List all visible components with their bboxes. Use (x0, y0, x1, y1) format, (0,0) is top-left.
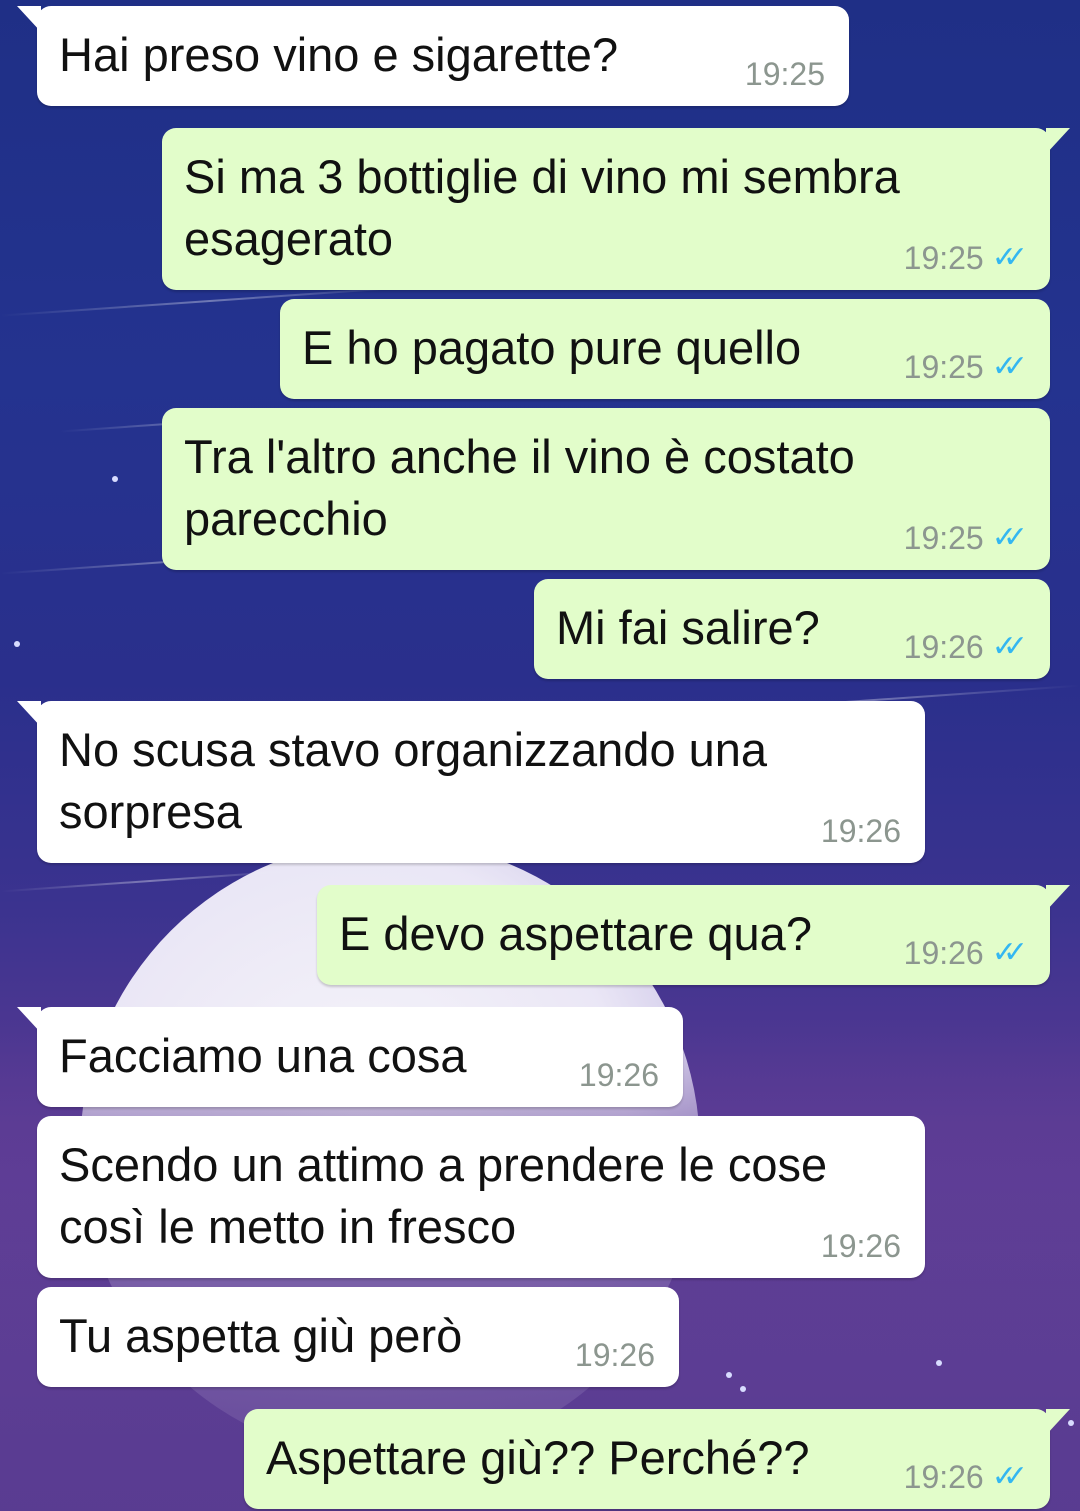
double-check-icon: ✓✓ (991, 936, 1028, 969)
message-time: 19:26 (903, 935, 984, 971)
message-meta: 19:26 (821, 1228, 901, 1264)
message-meta: 19:25 ✓✓ (903, 240, 1028, 276)
message-meta: 19:26 (575, 1337, 655, 1373)
double-check-icon: ✓✓ (991, 350, 1028, 383)
message-meta: 19:26 ✓✓ (903, 629, 1028, 665)
message-text: Si ma 3 bottiglie di vino mi sembra esag… (184, 150, 900, 265)
message-bubble-incoming[interactable]: Facciamo una cosa 19:26 (17, 1007, 683, 1107)
message-time: 19:26 (578, 1057, 659, 1093)
message-meta: 19:25 ✓✓ (903, 349, 1028, 385)
message-bubble-outgoing[interactable]: Tra l'altro anche il vino è costato pare… (162, 408, 1050, 570)
double-check-icon: ✓✓ (991, 1460, 1028, 1493)
message-time: 19:26 (903, 1459, 984, 1495)
message-text: Hai preso vino e sigarette? (59, 28, 619, 81)
message-time: 19:26 (903, 629, 984, 665)
message-text: Tu aspetta giù però (59, 1309, 463, 1362)
message-time: 19:26 (820, 1228, 901, 1264)
message-bubble-incoming[interactable]: Tu aspetta giù però 19:26 (37, 1287, 679, 1387)
message-bubble-incoming[interactable]: Scendo un attimo a prendere le cose così… (37, 1116, 925, 1278)
message-bubble-outgoing[interactable]: E ho pagato pure quello 19:25 ✓✓ (280, 299, 1050, 399)
message-time: 19:26 (574, 1337, 655, 1373)
message-meta: 19:25 ✓✓ (903, 520, 1028, 556)
message-bubble-outgoing[interactable]: E devo aspettare qua? 19:26 ✓✓ (317, 885, 1070, 985)
message-list[interactable]: Hai preso vino e sigarette? 19:25 Si ma … (0, 0, 1080, 1511)
message-time: 19:25 (903, 349, 984, 385)
message-meta: 19:26 (821, 813, 901, 849)
message-text: No scusa stavo organizzando una sorpresa (59, 723, 768, 838)
message-time: 19:25 (903, 240, 984, 276)
double-check-icon: ✓✓ (991, 521, 1028, 554)
message-text: Facciamo una cosa (59, 1029, 467, 1082)
message-meta: 19:25 (745, 56, 825, 92)
message-text: Tra l'altro anche il vino è costato pare… (184, 430, 855, 545)
message-bubble-incoming[interactable]: No scusa stavo organizzando una sorpresa… (17, 701, 925, 863)
message-meta: 19:26 ✓✓ (903, 1459, 1028, 1495)
message-bubble-incoming[interactable]: Hai preso vino e sigarette? 19:25 (17, 6, 849, 106)
message-text: Scendo un attimo a prendere le cose così… (59, 1138, 828, 1253)
double-check-icon: ✓✓ (991, 630, 1028, 663)
message-meta: 19:26 (579, 1057, 659, 1093)
double-check-icon: ✓✓ (991, 241, 1028, 274)
message-bubble-outgoing[interactable]: Aspettare giù?? Perché?? 19:26 ✓✓ (244, 1409, 1070, 1509)
message-bubble-outgoing[interactable]: Si ma 3 bottiglie di vino mi sembra esag… (162, 128, 1070, 290)
message-time: 19:25 (903, 520, 984, 556)
message-bubble-outgoing[interactable]: Mi fai salire? 19:26 ✓✓ (534, 579, 1050, 679)
message-time: 19:26 (820, 813, 901, 849)
message-time: 19:25 (744, 56, 825, 92)
message-meta: 19:26 ✓✓ (903, 935, 1028, 971)
